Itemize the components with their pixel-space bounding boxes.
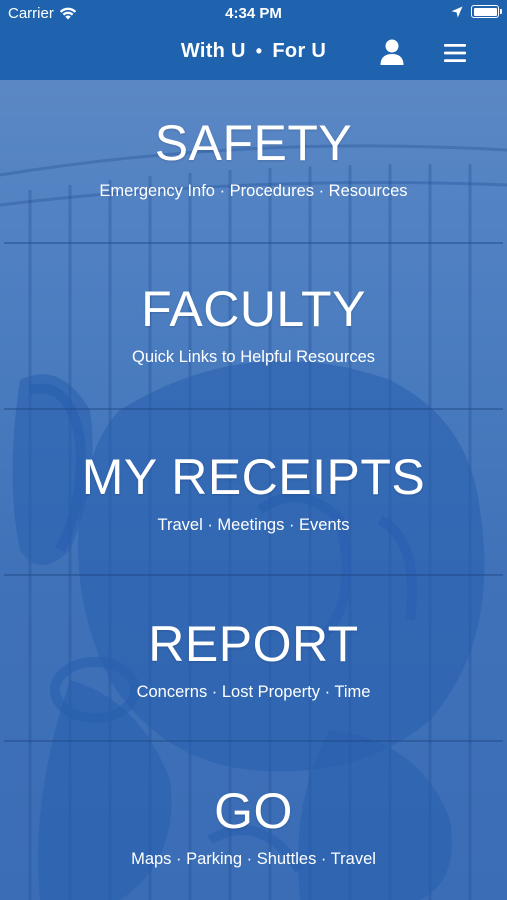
location-arrow-icon bbox=[451, 6, 463, 17]
tile-subtitle: Emergency Info · Procedures · Resources bbox=[99, 182, 408, 200]
tile-subtitle: Travel · Meetings · Events bbox=[157, 516, 350, 534]
tile-title: GO bbox=[214, 783, 293, 839]
tile-subtitle: Quick Links to Helpful Resources bbox=[131, 348, 376, 366]
tile-subtitle: Concerns · Lost Property · Time bbox=[136, 683, 371, 701]
app-title-right: For U bbox=[272, 40, 327, 62]
profile-button[interactable] bbox=[378, 38, 406, 68]
app-title: With U • For U bbox=[0, 40, 507, 63]
hamburger-menu-icon bbox=[444, 44, 466, 62]
tile-report[interactable]: REPORT Concerns · Lost Property · Time bbox=[4, 578, 503, 742]
battery-level bbox=[473, 7, 497, 16]
main-menu: SAFETY Emergency Info · Procedures · Res… bbox=[0, 80, 507, 900]
status-indicators bbox=[451, 5, 502, 18]
person-icon bbox=[380, 39, 404, 65]
nav-bar: With U • For U bbox=[0, 28, 507, 80]
tile-safety[interactable]: SAFETY Emergency Info · Procedures · Res… bbox=[4, 80, 503, 244]
tile-my-receipts[interactable]: MY RECEIPTS Travel · Meetings · Events bbox=[4, 412, 503, 576]
tile-title: SAFETY bbox=[154, 115, 353, 171]
menu-button[interactable] bbox=[441, 40, 471, 66]
app-title-separator: • bbox=[255, 41, 263, 61]
tile-subtitle: Maps · Parking · Shuttles · Travel bbox=[131, 850, 376, 868]
tile-title: REPORT bbox=[148, 616, 359, 672]
app-title-left: With U bbox=[180, 40, 246, 62]
status-time: 4:34 PM bbox=[225, 5, 282, 22]
battery-icon bbox=[471, 5, 502, 18]
status-bar: Carrier 4:34 PM bbox=[0, 0, 507, 28]
tile-go[interactable]: GO Maps · Parking · Shuttles · Travel bbox=[4, 744, 503, 900]
tile-faculty[interactable]: FACULTY Quick Links to Helpful Resources bbox=[4, 246, 503, 410]
tile-title: FACULTY bbox=[141, 281, 366, 337]
tile-title: MY RECEIPTS bbox=[81, 449, 426, 505]
